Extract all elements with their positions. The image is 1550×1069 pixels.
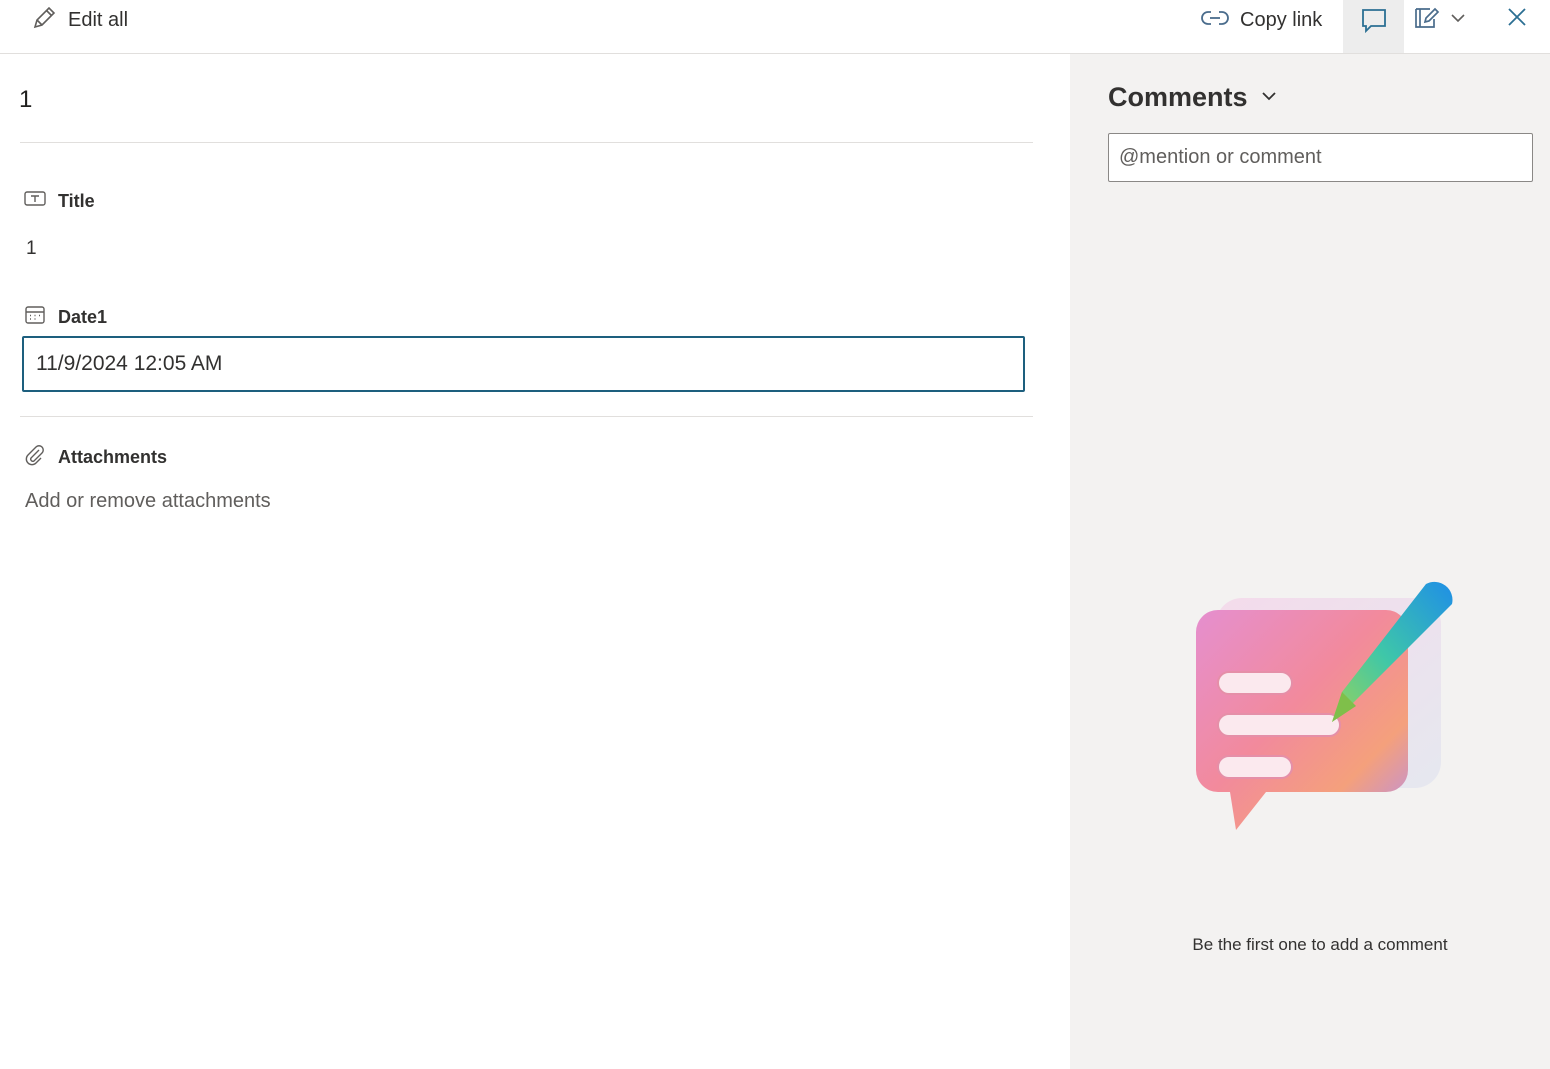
title-field-label: Title [58, 191, 95, 211]
calendar-icon [24, 305, 46, 330]
date1-field-label: Date1 [58, 307, 108, 327]
comment-input[interactable] [1108, 133, 1533, 182]
item-form: 1 Title 1 Date1 11/9/2024 12:05 AM Attac… [0, 54, 1070, 1069]
add-remove-attachments-link[interactable]: Add or remove attachments [25, 490, 271, 513]
copy-link-label: Copy link [1240, 8, 1323, 31]
text-field-icon [24, 190, 46, 213]
link-icon [1200, 7, 1230, 34]
attachments-field-label: Attachments [58, 447, 168, 467]
close-button[interactable] [1502, 4, 1532, 34]
title-field-value[interactable]: 1 [26, 238, 37, 260]
copy-link-button[interactable]: Copy link [1200, 4, 1322, 36]
comment-icon [1359, 6, 1389, 41]
field-label-title: Title [24, 190, 95, 213]
comment-illustration-icon [1166, 562, 1476, 862]
command-bar: Edit all Copy link [0, 0, 1550, 54]
comments-panel: Comments @mention or comment Be the firs… [1070, 54, 1550, 1069]
item-title: 1 [19, 86, 33, 113]
comments-header-label: Comments [1108, 82, 1248, 112]
field-label-attachments: Attachments [24, 444, 167, 471]
edit-all-button[interactable]: Edit all [30, 4, 128, 36]
divider [20, 416, 1033, 417]
chevron-down-icon [1450, 11, 1466, 29]
pencil-icon [30, 4, 58, 37]
chevron-down-icon [1260, 89, 1278, 107]
comments-toggle-button[interactable] [1343, 0, 1404, 53]
close-icon [1507, 7, 1527, 32]
field-label-date1: Date1 [24, 305, 107, 330]
form-edit-icon [1412, 3, 1442, 38]
paperclip-icon [24, 444, 46, 471]
date1-input[interactable]: 11/9/2024 12:05 AM [22, 336, 1025, 392]
edit-all-label: Edit all [68, 8, 129, 31]
form-edit-menu-button[interactable] [1412, 4, 1466, 36]
empty-comments-message: Be the first one to add a comment [1192, 935, 1448, 954]
comments-header[interactable]: Comments [1108, 82, 1278, 113]
divider [20, 142, 1033, 143]
